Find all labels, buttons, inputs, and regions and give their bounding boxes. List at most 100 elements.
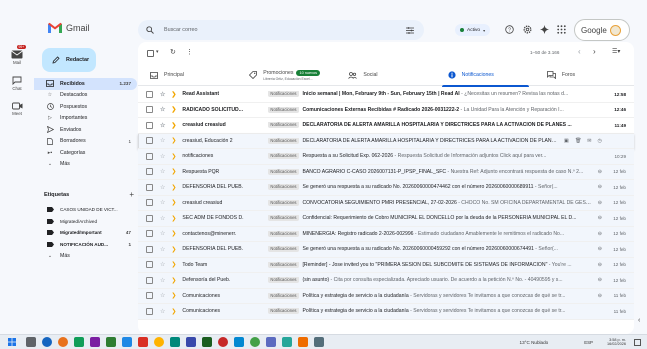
taskbar-app-icon[interactable] — [106, 337, 116, 347]
label-item[interactable]: CASOS UNIDAD DE VICT... — [34, 204, 137, 216]
important-marker-icon[interactable]: ❯ — [171, 106, 176, 113]
search-bar[interactable]: Buscar correo — [138, 20, 424, 40]
delete-icon[interactable]: 🗑 — [575, 138, 581, 144]
important-marker-icon[interactable]: ❯ — [171, 137, 176, 144]
taskbar-search-icon[interactable] — [26, 337, 36, 347]
star-icon[interactable]: ☆ — [160, 246, 165, 253]
taskbar-app-icon[interactable] — [90, 337, 100, 347]
compose-button[interactable]: Redactar — [42, 48, 96, 72]
notifications-icon[interactable] — [634, 338, 641, 346]
mark-read-icon[interactable]: ✉ — [587, 138, 591, 144]
star-icon[interactable]: ☆ — [160, 261, 165, 268]
email-row[interactable]: ☆ ❯ creasiud creasiud Notificaciones CONVOCA… — [138, 195, 634, 211]
rail-item-mail[interactable]: 99+ Mail — [0, 44, 34, 70]
row-checkbox[interactable] — [146, 230, 153, 238]
search-icon[interactable] — [146, 26, 154, 34]
row-checkbox[interactable] — [146, 90, 153, 98]
sidebar-item-importantes[interactable]: ▷ Importantes — [34, 113, 137, 125]
star-icon[interactable]: ☆ — [160, 168, 165, 175]
tab-social[interactable]: Social — [336, 64, 435, 86]
gmail-logo[interactable]: Gmail — [48, 22, 90, 33]
star-icon[interactable]: ☆ — [160, 137, 165, 144]
star-icon[interactable]: ☆ — [160, 153, 165, 160]
email-row[interactable]: ☆ ❯ Read Assistant Notificaciones Inicio sem… — [138, 87, 634, 103]
email-row[interactable]: ☆ ❯ contactenos@minenerr. Notificaciones MIN… — [138, 226, 634, 242]
status-button[interactable]: Activo ▾ — [455, 24, 491, 36]
star-icon[interactable]: ☆ — [160, 308, 165, 315]
star-icon[interactable]: ☆ — [160, 277, 165, 284]
important-marker-icon[interactable]: ❯ — [171, 184, 176, 191]
row-checkbox[interactable] — [146, 152, 153, 160]
important-marker-icon[interactable]: ❯ — [171, 261, 176, 268]
row-checkbox[interactable] — [146, 137, 153, 145]
sidebar-item-destacados[interactable]: ☆ Destacados — [34, 90, 137, 102]
taskbar-app-icon[interactable] — [298, 337, 308, 347]
tab-foros[interactable]: Foros — [535, 64, 634, 86]
select-all-checkbox[interactable] — [147, 50, 154, 57]
more-options-icon[interactable]: ⋮ — [186, 48, 193, 56]
email-row[interactable]: ☆ ❯ Respuesta PQR Notificaciones BANCO AGRAR… — [138, 164, 634, 180]
email-row[interactable]: ☆ ❯ DEFENSORIA DEL PUEB. Notificaciones Se g… — [138, 180, 634, 196]
taskbar-app-icon[interactable] — [58, 337, 68, 347]
density-toggle-icon[interactable]: ☰▾ — [612, 48, 620, 55]
taskbar-app-icon[interactable] — [154, 337, 164, 347]
taskbar-app-icon[interactable] — [186, 337, 196, 347]
email-row[interactable]: ☆ ❯ RADICADO SOLICITUD... Notificaciones Com… — [138, 102, 634, 118]
star-icon[interactable]: ☆ — [160, 184, 165, 191]
taskbar-app-icon[interactable] — [314, 337, 324, 347]
star-icon[interactable]: ☆ — [160, 292, 165, 299]
row-checkbox[interactable] — [146, 292, 153, 300]
important-marker-icon[interactable]: ❯ — [171, 153, 176, 160]
star-icon[interactable]: ☆ — [160, 91, 165, 98]
archive-icon[interactable]: ▣ — [564, 138, 569, 144]
sidebar-item-categorias[interactable]: ▸▪ Categorías — [34, 147, 137, 159]
windows-start-icon[interactable] — [8, 338, 16, 346]
language-indicator[interactable]: ESP — [584, 340, 593, 345]
taskbar-app-icon[interactable] — [202, 337, 212, 347]
taskbar-app-icon[interactable] — [74, 337, 84, 347]
email-row[interactable]: ☆ ❯ Defensoría del Pueb. Notificaciones (sin… — [138, 273, 634, 289]
taskbar-app-icon[interactable] — [122, 337, 132, 347]
apps-grid-icon[interactable] — [557, 25, 566, 34]
email-row[interactable]: ☆ ❯ DEFENSORIA DEL PUEB. Notificaciones Se g… — [138, 242, 634, 258]
search-options-icon[interactable] — [406, 26, 414, 34]
refresh-icon[interactable]: ↻ — [170, 48, 176, 56]
email-row[interactable]: ☆ ❯ Todo Team Notificaciones [Reminder] - Jo… — [138, 257, 634, 273]
row-checkbox[interactable] — [146, 214, 153, 222]
star-icon[interactable]: ☆ — [160, 230, 165, 237]
taskbar-app-icon[interactable] — [266, 337, 276, 347]
label-item[interactable]: Migrated/Archived — [34, 216, 137, 228]
row-checkbox[interactable] — [146, 121, 153, 129]
important-marker-icon[interactable]: ❯ — [171, 168, 176, 175]
email-row[interactable]: ☆ ❯ notificaciones Notificaciones Respuesta … — [138, 149, 634, 165]
sidebar-item-enviados[interactable]: Enviados — [34, 124, 137, 136]
star-icon[interactable]: ☆ — [160, 199, 165, 206]
add-label-icon[interactable]: + — [129, 190, 134, 199]
important-marker-icon[interactable]: ❯ — [171, 277, 176, 284]
row-checkbox[interactable] — [146, 245, 153, 253]
email-row[interactable]: ☆ ❯ Comunicaciones Notificaciones Política y… — [138, 288, 634, 304]
important-marker-icon[interactable]: ❯ — [171, 246, 176, 253]
taskbar-app-icon[interactable] — [42, 337, 52, 347]
star-icon[interactable]: ☆ — [160, 122, 165, 129]
taskbar-app-icon[interactable] — [138, 337, 148, 347]
email-row[interactable]: ☆ ❯ creasiud, Educación 2 Notificaciones DEC… — [138, 133, 634, 149]
row-checkbox[interactable] — [146, 276, 153, 284]
email-row[interactable]: ☆ ❯ creasiud creasiud Notificaciones DECLARA… — [138, 118, 634, 134]
weather-widget[interactable]: 13°C Nublado — [520, 340, 549, 345]
next-page-icon[interactable]: › — [593, 47, 596, 56]
row-checkbox[interactable] — [146, 261, 153, 269]
star-icon[interactable]: ☆ — [160, 215, 165, 222]
important-marker-icon[interactable]: ❯ — [171, 215, 176, 222]
important-marker-icon[interactable]: ❯ — [171, 308, 176, 315]
label-item[interactable]: Migrated/Important 47 — [34, 227, 137, 239]
important-marker-icon[interactable]: ❯ — [171, 91, 176, 98]
important-marker-icon[interactable]: ❯ — [171, 122, 176, 129]
search-input[interactable]: Buscar correo — [164, 27, 198, 33]
row-checkbox[interactable] — [146, 168, 153, 176]
tab-notificaciones[interactable]: Notificaciones — [436, 64, 535, 87]
star-icon[interactable]: ☆ — [160, 106, 165, 113]
labels-more[interactable]: ⌄ Más — [34, 250, 137, 262]
prev-page-icon[interactable]: ‹ — [578, 47, 581, 56]
taskbar-app-icon[interactable] — [218, 337, 228, 347]
